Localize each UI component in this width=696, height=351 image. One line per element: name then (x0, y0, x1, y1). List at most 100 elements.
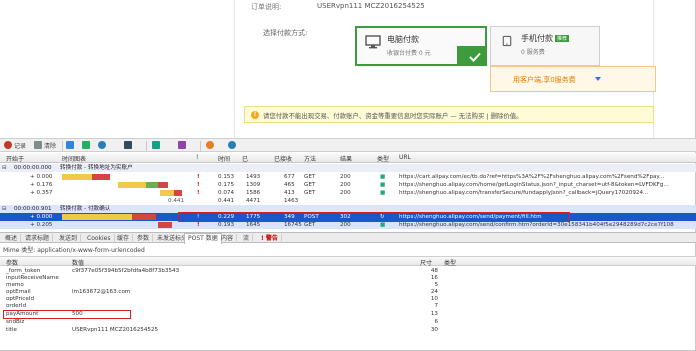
funnel-icon (124, 141, 132, 149)
help-button[interactable] (228, 141, 238, 151)
script-type-icon: ■ (380, 174, 386, 180)
filter-button[interactable] (124, 141, 134, 151)
script-type-icon: ■ (380, 182, 386, 188)
col-timeline[interactable]: 时间图表 (62, 154, 86, 163)
pc-payment-sub: 收银台付费 0 元 (387, 50, 431, 57)
timing-bar-dns (118, 182, 146, 188)
col-flag[interactable]: ! (196, 154, 198, 161)
param-row[interactable]: optPriceId 10 (0, 296, 696, 303)
record-button[interactable]: 记录 (4, 141, 26, 151)
search-icon (98, 141, 106, 149)
tab-request-headers[interactable]: 请求标题 (22, 234, 54, 243)
warning-flag: ! (197, 222, 200, 228)
col-start[interactable]: 开始于 (6, 154, 24, 163)
options-button[interactable] (206, 141, 216, 151)
table-row[interactable]: + 0.176 ! 0.175 1309 465 GET 200 ■ https… (0, 181, 696, 189)
mobile-payment-title: 手机付款 推荐 (521, 34, 570, 43)
pc-payment-title: 电脑付款 (387, 35, 419, 44)
client-promo-box[interactable]: 用客户端,享0服务费 (490, 66, 656, 92)
table-row[interactable]: + 0.000 ! 0.153 1493 677 GET 200 ■ https… (0, 173, 696, 181)
pc-payment-option[interactable]: 电脑付款 收银台付费 0 元 (355, 26, 487, 66)
table-row[interactable]: + 0.205 ! 0.193 1645 16745 GET 200 ■ htt… (0, 221, 696, 229)
group-start: 00:00:00.901 (14, 206, 52, 212)
col-size[interactable]: 尺寸 (420, 258, 432, 267)
param-row[interactable]: title USERvpn111 MCZ2016254525 30 (0, 327, 696, 334)
payamount-highlight-box (3, 310, 131, 319)
clear-button[interactable]: 清除 (34, 141, 56, 151)
tab-params[interactable]: 参数 (134, 234, 154, 243)
param-row[interactable]: sndBiz 6 (0, 319, 696, 326)
find-button[interactable] (98, 141, 108, 151)
detail-tabs: 概述 请求标题 发送到 Cookies 缓存 参数 未发送标头 POST 数据 … (0, 232, 696, 244)
help-icon (228, 141, 236, 149)
param-row[interactable]: memo 5 (0, 282, 696, 289)
table-row[interactable]: + 0.357 ! 0.074 1586 413 GET 200 ■ https… (0, 189, 696, 197)
phone-icon (502, 35, 512, 47)
warning-flag: ! (197, 190, 200, 196)
toolbar-divider (62, 141, 63, 151)
tab-cache[interactable]: 缓存 (114, 234, 134, 243)
col-method[interactable]: 方法 (304, 154, 316, 163)
request-group-1[interactable]: ⊟ 00:00:00.000 转换付款 - 转换地址为实账户 (0, 164, 696, 172)
col-type[interactable]: 类型 (377, 154, 389, 163)
col-param[interactable]: 参数 (6, 258, 18, 267)
notice-text: 请您付款不能出现交易、付款账户、资金等重要信息时您实际账户 — 无法购买 | 删… (263, 112, 523, 120)
promo-text: 用客户端,享0服务费 (513, 76, 576, 84)
tab-post-data[interactable]: POST 数据 (184, 233, 222, 244)
debugger-toolbar: 记录 清除 (0, 138, 696, 152)
print-button[interactable] (178, 141, 188, 151)
timing-bar-dns (62, 174, 92, 180)
param-row[interactable]: optEmail lm163672@163.com 24 (0, 289, 696, 296)
timing-bar-wait (174, 190, 182, 196)
group-summary-row: 0.441 0.441 4471 1463 (168, 198, 299, 204)
expand-icon[interactable]: ⊟ (2, 205, 7, 213)
group-label: 转换付款 - 付款确认 (60, 206, 111, 212)
security-notice-bar: ! 请您付款不能出现交易、付款账户、资金等重要信息时您实际账户 — 无法购买 |… (244, 106, 654, 123)
html-type-icon: ■ (380, 222, 386, 228)
col-received[interactable]: 已接收 (274, 154, 292, 163)
col-type[interactable]: 类型 (444, 258, 456, 267)
col-result[interactable]: 结果 (340, 154, 352, 163)
col-sent[interactable]: 已 (242, 154, 248, 163)
col-value[interactable]: 数值 (72, 258, 84, 267)
filter-icon (66, 141, 74, 149)
expand-icon[interactable]: ⊟ (2, 164, 7, 172)
copy-icon (82, 141, 90, 149)
save-button[interactable] (152, 141, 162, 151)
tab-sent[interactable]: 发送到 (56, 234, 82, 243)
copy-button[interactable] (82, 141, 92, 151)
record-icon (4, 141, 12, 149)
group-label: 转换付款 - 转换地址为实账户 (60, 165, 133, 171)
script-type-icon: ■ (380, 190, 386, 196)
mime-type-label: Mime 类型: application/x-www-form-urlencod… (3, 247, 145, 254)
timing-bar-wait (158, 182, 168, 188)
param-row[interactable]: _form_token c9f377e05f394b5f2bfdfa4b8f73b… (0, 268, 696, 275)
clear-icon (34, 141, 42, 149)
save-icon (152, 141, 160, 149)
filter-by-type-button[interactable] (66, 141, 76, 151)
col-time[interactable]: 时间 (218, 154, 230, 163)
warning-flag: ! (197, 174, 200, 180)
param-row[interactable]: orderId 7 (0, 303, 696, 310)
print-icon (178, 141, 186, 149)
recommend-badge: 推荐 (555, 35, 570, 42)
mobile-payment-option[interactable]: 手机付款 推荐 0 服务费 (490, 26, 600, 66)
network-grid-header: 开始于 时间图表 ! 时间 已 已接收 方法 结果 类型 URL (0, 153, 696, 163)
tab-overview[interactable]: 概述 (2, 234, 22, 243)
toolbar-divider (200, 141, 201, 151)
mobile-payment-sub: 0 服务费 (521, 49, 545, 56)
tab-stream[interactable]: 流 (240, 234, 254, 243)
tab-cookies[interactable]: Cookies (84, 234, 115, 243)
params-grid-header: 参数 数值 尺寸 类型 (0, 256, 696, 267)
col-url[interactable]: URL (399, 154, 411, 161)
chevron-down-icon[interactable] (595, 77, 601, 81)
timing-bar-wait (158, 222, 172, 228)
post-row-highlight-box (178, 212, 570, 222)
order-value: USERvpn111 MCZ2016254525 (317, 2, 425, 10)
tab-content[interactable]: 内容 (218, 234, 238, 243)
warning-flag: ! (197, 182, 200, 188)
timing-bar-dns (62, 214, 132, 220)
param-row[interactable]: inputReceiveName 16 (0, 275, 696, 282)
timing-bar-receive (146, 182, 158, 188)
tab-warnings[interactable]: ! 警告 (258, 234, 282, 243)
